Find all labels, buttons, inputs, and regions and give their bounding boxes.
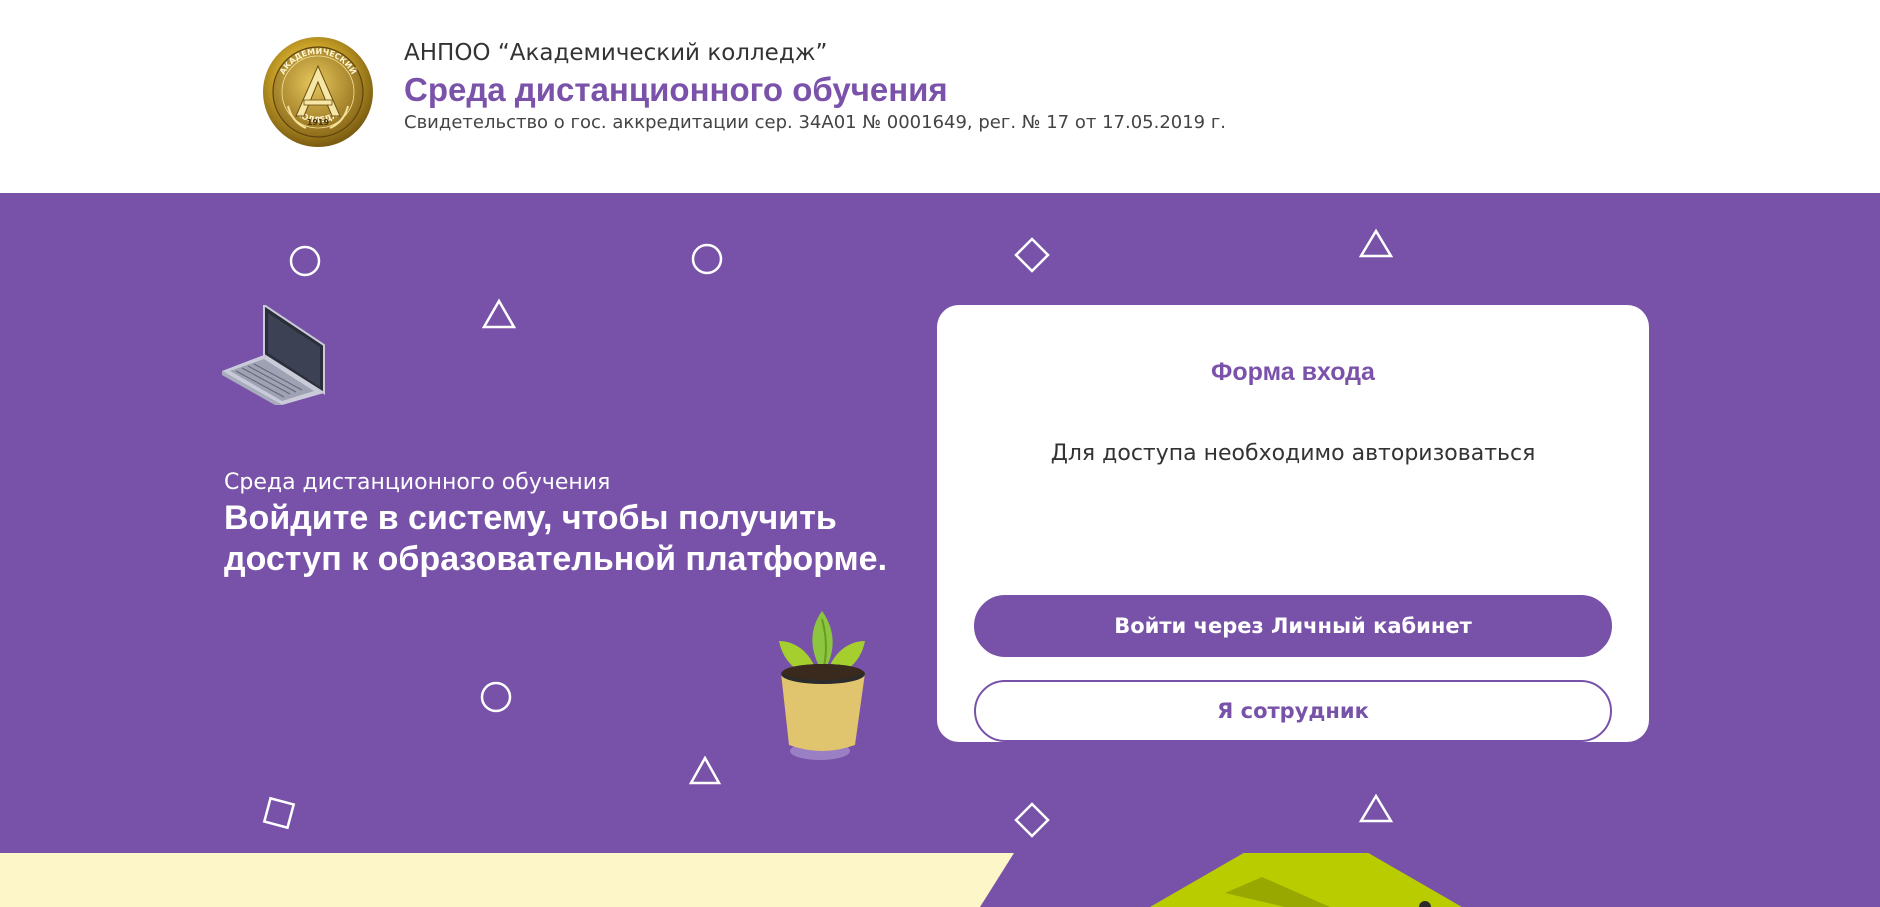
- bottom-decoration: [0, 853, 1462, 907]
- circle-outline-icon: [289, 245, 321, 277]
- circle-outline-icon: [480, 681, 512, 713]
- circle-outline-icon: [691, 243, 723, 275]
- staff-login-button[interactable]: Я сотрудник: [974, 680, 1612, 742]
- header-text-block: АНПОО “Академический колледж” Среда дист…: [404, 40, 1226, 134]
- organization-name: АНПОО “Академический колледж”: [404, 40, 828, 66]
- potted-plant-icon: [779, 611, 865, 760]
- college-emblem-icon: АКАДЕМИЧЕСКИЙ КОЛЛЕДЖ 1919: [263, 37, 373, 147]
- login-via-personal-account-button[interactable]: Войти через Личный кабинет: [974, 595, 1612, 657]
- site-header: АКАДЕМИЧЕСКИЙ КОЛЛЕДЖ 1919 АНПОО “Академ…: [0, 0, 1880, 193]
- triangle-outline-icon: [481, 298, 517, 329]
- square-outline-icon: [262, 796, 296, 830]
- triangle-outline-icon: [1358, 793, 1394, 823]
- triangle-outline-icon: [1358, 228, 1394, 258]
- site-title: Среда дистанционного обучения: [404, 71, 948, 108]
- login-form-title: Форма входа: [1211, 358, 1375, 386]
- diamond-outline-icon: [1014, 237, 1050, 273]
- login-form-card: Форма входа Для доступа необходимо автор…: [937, 305, 1649, 742]
- login-form-hint: Для доступа необходимо авторизоваться: [1050, 441, 1536, 466]
- hero-heading: Войдите в систему, чтобы получить доступ…: [224, 499, 888, 578]
- accreditation-text: Свидетельство о гос. аккредитации сер. 3…: [404, 112, 1227, 133]
- hero-section: Среда дистанционного обучения Войдите в …: [0, 193, 1880, 907]
- laptop-icon: [222, 305, 325, 405]
- triangle-outline-icon: [688, 755, 722, 785]
- hero-subtitle: Среда дистанционного обучения: [224, 470, 611, 495]
- svg-text:1919: 1919: [307, 118, 330, 127]
- login-page: АКАДЕМИЧЕСКИЙ КОЛЛЕДЖ 1919 АНПОО “Академ…: [0, 0, 1880, 907]
- diamond-outline-icon: [1014, 802, 1050, 838]
